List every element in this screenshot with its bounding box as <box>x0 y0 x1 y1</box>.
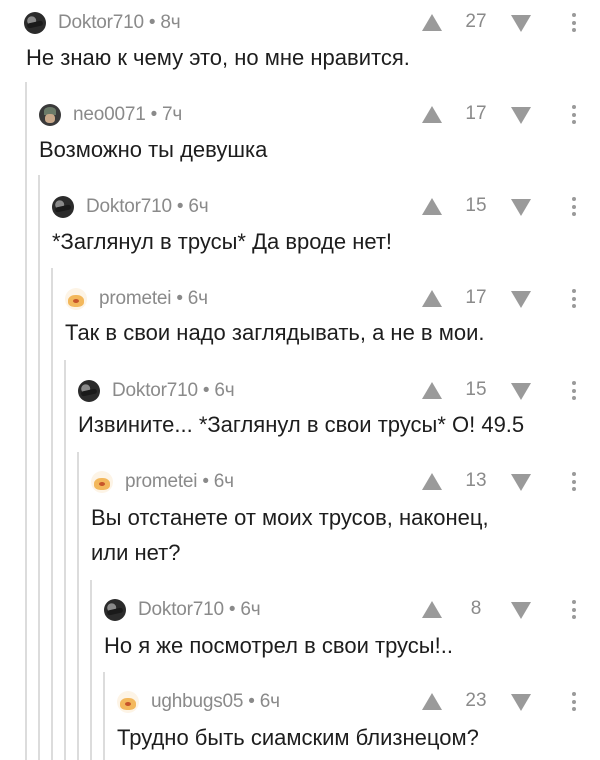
upvote-icon[interactable] <box>422 14 442 31</box>
more-options-icon[interactable] <box>571 381 577 400</box>
comment-time: 7ч <box>162 104 183 125</box>
comment-header: prometei • 6ч <box>91 471 234 493</box>
separator: • <box>202 380 210 401</box>
upvote-icon[interactable] <box>422 473 442 490</box>
author-name[interactable]: prometei <box>99 288 172 309</box>
comment-time: 6ч <box>213 471 234 492</box>
comment-text-line: или нет? <box>91 540 181 565</box>
author-name[interactable]: ughbugs05 <box>151 691 243 712</box>
separator: • <box>176 288 183 309</box>
comment-score: 15 <box>465 195 487 216</box>
comment-header: prometei • 6ч <box>65 288 208 310</box>
comment-time: 6ч <box>214 380 235 401</box>
upvote-icon[interactable] <box>422 601 442 618</box>
thread-line <box>103 672 105 760</box>
comment-header: neo0071 • 7ч <box>39 104 182 126</box>
separator: • <box>176 196 184 217</box>
comment-text: Не знаю к чему это, но мне нравится. <box>26 45 410 70</box>
comment-text: Возможно ты девушка <box>39 137 268 162</box>
comment-score: 17 <box>465 287 487 308</box>
comment-meta: prometei • 6ч <box>125 471 234 493</box>
more-options-icon[interactable] <box>571 197 577 216</box>
comment-meta: Doktor710 • 6ч <box>86 196 209 218</box>
upvote-icon[interactable] <box>422 382 442 399</box>
upvote-icon[interactable] <box>422 106 442 123</box>
comment-time: 6ч <box>259 691 280 712</box>
comment-meta: prometei • 6ч <box>99 288 208 310</box>
comment-meta: neo0071 • 7ч <box>73 104 182 126</box>
cat-avatar-icon[interactable] <box>65 288 87 310</box>
dark-avatar-icon[interactable] <box>52 196 74 218</box>
dark-avatar-icon[interactable] <box>24 12 46 34</box>
upvote-icon[interactable] <box>422 693 442 710</box>
comment-time: 6ч <box>240 599 261 620</box>
upvote-icon[interactable] <box>422 290 442 307</box>
comment-score: 23 <box>465 690 487 711</box>
dark-avatar-icon[interactable] <box>78 380 100 402</box>
more-options-icon[interactable] <box>571 472 577 491</box>
separator: • <box>228 599 236 620</box>
author-name[interactable]: Doktor710 <box>112 380 198 401</box>
dark-avatar-icon[interactable] <box>104 599 126 621</box>
comment-time: 8ч <box>160 12 181 33</box>
comment-score: 17 <box>465 103 487 124</box>
thread-line <box>77 452 79 760</box>
separator: • <box>202 471 209 492</box>
separator: • <box>248 691 255 712</box>
downvote-icon[interactable] <box>511 383 531 400</box>
comment-text-line: Вы отстанете от моих трусов, наконец, <box>91 505 489 530</box>
separator: • <box>148 12 156 33</box>
comment-header: Doktor710 • 6ч <box>78 380 235 402</box>
comment-meta: Doktor710 • 8ч <box>58 12 181 34</box>
downvote-icon[interactable] <box>511 694 531 711</box>
thread-line <box>25 82 27 760</box>
separator: • <box>150 104 158 125</box>
comment-header: Doktor710 • 8ч <box>24 12 181 34</box>
comment-meta: Doktor710 • 6ч <box>138 599 261 621</box>
comment-header: ughbugs05 • 6ч <box>117 691 280 713</box>
comment-meta: ughbugs05 • 6ч <box>151 691 280 713</box>
more-options-icon[interactable] <box>571 600 577 619</box>
comment-score: 8 <box>470 598 482 619</box>
cat-avatar-icon[interactable] <box>91 471 113 493</box>
author-name[interactable]: prometei <box>125 471 198 492</box>
comment-score: 27 <box>465 11 487 32</box>
more-options-icon[interactable] <box>571 13 577 32</box>
author-name[interactable]: Doktor710 <box>58 12 144 33</box>
more-options-icon[interactable] <box>571 692 577 711</box>
author-name[interactable]: Doktor710 <box>86 196 172 217</box>
thread-line <box>64 360 66 760</box>
downvote-icon[interactable] <box>511 199 531 216</box>
comment-text: Извините... *Заглянул в свои трусы* О! 4… <box>78 412 525 437</box>
comment-text: Но я же посмотрел в свои трусы!.. <box>104 633 453 658</box>
downvote-icon[interactable] <box>511 602 531 619</box>
author-name[interactable]: neo0071 <box>73 104 146 125</box>
thread-line <box>38 175 40 760</box>
downvote-icon[interactable] <box>511 474 531 491</box>
comment-score: 13 <box>465 470 487 491</box>
comment-time: 6ч <box>187 288 208 309</box>
comment-score: 15 <box>465 379 487 400</box>
downvote-icon[interactable] <box>511 107 531 124</box>
downvote-icon[interactable] <box>511 15 531 32</box>
comment-header: Doktor710 • 6ч <box>104 599 261 621</box>
comment-text: *Заглянул в трусы* Да вроде нет! <box>52 229 393 254</box>
comment-meta: Doktor710 • 6ч <box>112 380 235 402</box>
author-name[interactable]: Doktor710 <box>138 599 224 620</box>
upvote-icon[interactable] <box>422 198 442 215</box>
neo-avatar-icon[interactable] <box>39 104 61 126</box>
comment-header: Doktor710 • 6ч <box>52 196 209 218</box>
comment-time: 6ч <box>188 196 209 217</box>
cat-avatar-icon[interactable] <box>117 691 139 713</box>
more-options-icon[interactable] <box>571 289 577 308</box>
thread-line <box>90 580 92 760</box>
comment-text: Трудно быть сиамским близнецом? <box>117 725 479 750</box>
more-options-icon[interactable] <box>571 105 577 124</box>
comment-text: Так в свои надо заглядывать, а не в мои. <box>65 320 485 345</box>
thread-line <box>51 268 53 760</box>
downvote-icon[interactable] <box>511 291 531 308</box>
